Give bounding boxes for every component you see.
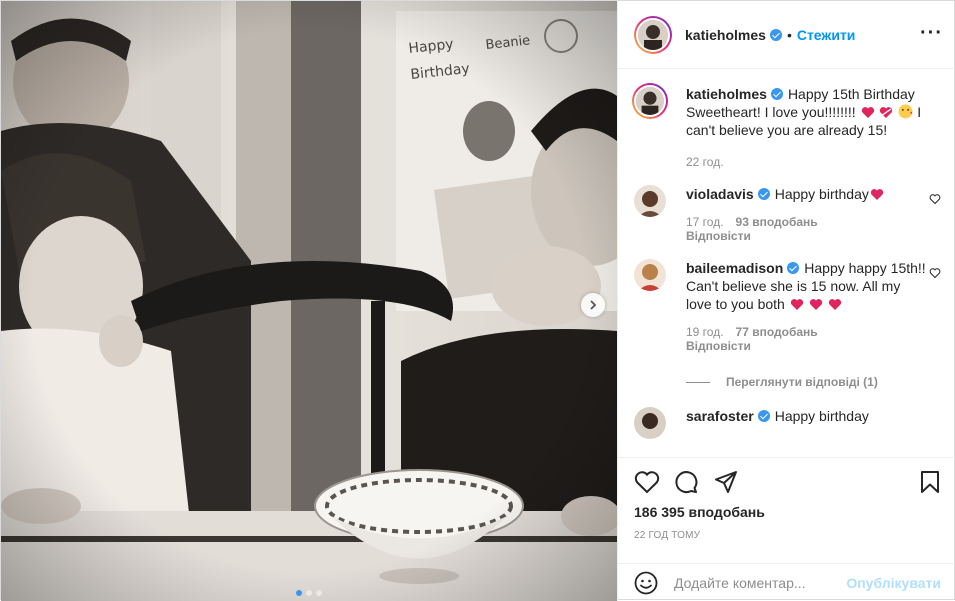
heart-with-ribbon-emoji-icon xyxy=(880,107,893,118)
post-actions: 186 395 вподобань 22 год тому xyxy=(618,457,955,557)
verified-badge-icon xyxy=(757,188,770,200)
carousel-dot-active xyxy=(296,590,302,596)
reply-button[interactable]: Відповісти xyxy=(686,229,926,243)
carousel-indicator xyxy=(296,590,322,596)
comment-input[interactable] xyxy=(674,574,844,591)
avatar-image xyxy=(634,259,666,291)
red-heart-emoji-icon xyxy=(809,299,822,310)
comments-list[interactable]: katieholmes Happy 15th Birthday Sweethear… xyxy=(618,69,955,457)
red-heart-emoji-icon xyxy=(870,189,884,200)
author-username[interactable]: katieholmes xyxy=(685,27,766,43)
avatar-image xyxy=(638,19,668,50)
commenter-avatar[interactable] xyxy=(634,259,666,291)
comment-text: Happy birthday xyxy=(774,408,869,424)
author-avatar[interactable] xyxy=(634,15,672,54)
replies-divider-line xyxy=(686,381,710,383)
add-comment-bar: Опублікувати xyxy=(618,563,955,601)
avatar-image xyxy=(634,185,666,217)
post-photo[interactable]: Happy Birthday Beanie xyxy=(1,1,617,601)
carousel-dot xyxy=(316,590,322,596)
avatar-image xyxy=(634,407,666,439)
more-options-icon[interactable]: ··· xyxy=(920,23,943,43)
comment-likes[interactable]: 93 вподобань xyxy=(736,215,818,229)
heart-icon xyxy=(634,471,660,494)
comment-username[interactable]: sarafoster xyxy=(686,408,754,424)
like-button[interactable] xyxy=(634,462,674,502)
comment-bubble-icon xyxy=(675,471,698,494)
comment-button[interactable] xyxy=(674,462,714,502)
paper-plane-icon xyxy=(715,471,737,493)
publish-button[interactable]: Опублікувати xyxy=(846,575,941,591)
reply-button[interactable]: Відповісти xyxy=(686,339,926,353)
kissing-face-emoji-icon xyxy=(898,104,913,119)
verified-badge-icon xyxy=(787,262,800,274)
carousel-dot xyxy=(306,590,312,596)
comment-item-partial: sarafoster Happy birthday xyxy=(634,407,941,439)
like-comment-heart-icon[interactable] xyxy=(929,193,941,205)
commenter-avatar[interactable] xyxy=(634,185,666,217)
comment-time[interactable]: 17 год. xyxy=(686,215,724,229)
verified-badge-icon xyxy=(769,28,782,41)
red-heart-emoji-icon xyxy=(861,107,874,118)
comment-time[interactable]: 19 год. xyxy=(686,325,724,339)
view-replies-label: Переглянути відповіді (1) xyxy=(726,375,878,389)
comment-text: Happy birthday xyxy=(774,186,869,202)
caption: katieholmes Happy 15th Birthday Sweethear… xyxy=(632,83,941,169)
like-comment-heart-icon[interactable] xyxy=(929,267,941,279)
caption-avatar[interactable] xyxy=(632,83,668,119)
emoji-picker-icon[interactable] xyxy=(634,571,658,595)
next-photo-button[interactable] xyxy=(581,293,605,317)
comment-item: violadavis Happy birthday 17 год. 93 вподо… xyxy=(634,185,941,243)
comment-item: baileemadison Happy happy 15th!! Can't be… xyxy=(634,259,941,353)
red-heart-emoji-icon xyxy=(790,299,803,310)
avatar-image xyxy=(636,87,664,115)
chevron-right-icon xyxy=(590,300,597,310)
verified-badge-icon xyxy=(770,88,783,100)
view-replies-button[interactable]: Переглянути відповіді (1) xyxy=(686,375,941,389)
comment-username[interactable]: baileemadison xyxy=(686,260,783,276)
instagram-post-dialog: Happy Birthday Beanie xyxy=(0,0,955,601)
post-side-panel: katieholmes • Стежити ··· katieholmes Hap… xyxy=(617,1,955,601)
save-button[interactable] xyxy=(901,462,941,502)
verified-badge-icon xyxy=(757,410,770,422)
share-button[interactable] xyxy=(714,462,754,502)
caption-username[interactable]: katieholmes xyxy=(686,86,767,102)
post-header: katieholmes • Стежити ··· xyxy=(618,1,955,69)
birthday-photo-image: Happy Birthday Beanie xyxy=(1,1,617,601)
separator-dot: • xyxy=(786,26,792,43)
red-heart-emoji-icon xyxy=(828,299,841,310)
post-timestamp[interactable]: 22 год тому xyxy=(618,520,955,541)
commenter-avatar[interactable] xyxy=(634,407,666,439)
bookmark-icon xyxy=(921,471,939,493)
comment-username[interactable]: violadavis xyxy=(686,186,754,202)
follow-button[interactable]: Стежити xyxy=(797,27,856,43)
comment-likes[interactable]: 77 вподобань xyxy=(736,325,818,339)
caption-time[interactable]: 22 год. xyxy=(686,155,724,169)
